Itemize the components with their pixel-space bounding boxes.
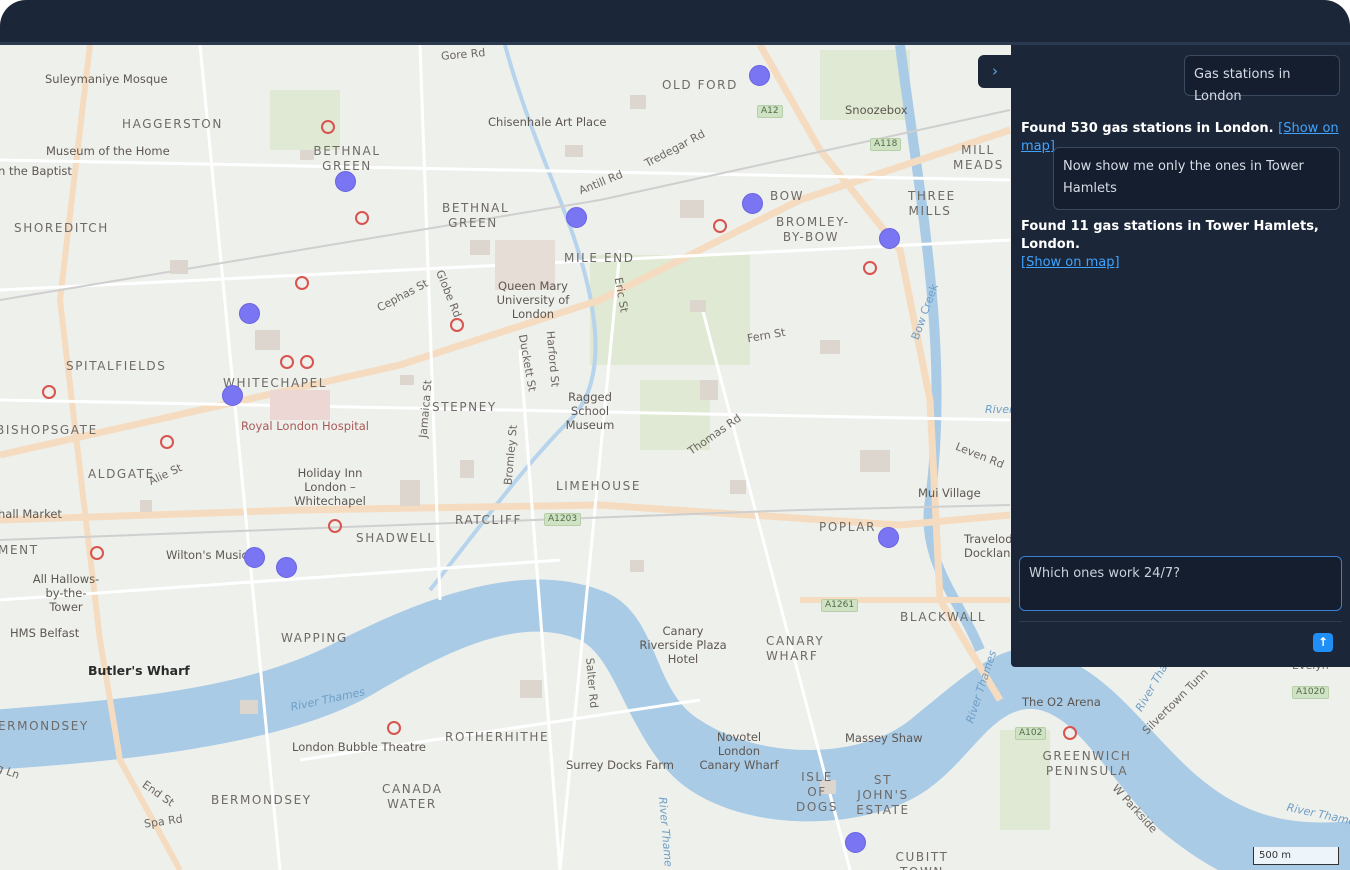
area-label: BOW bbox=[770, 189, 805, 203]
area-label: LIMEHOUSE bbox=[556, 479, 642, 493]
poi-label: hall Market bbox=[0, 507, 62, 521]
area-label: BERMONDSEY bbox=[211, 793, 312, 807]
panel-toggle-button[interactable]: › bbox=[978, 55, 1012, 88]
gas-station-marker[interactable] bbox=[879, 228, 900, 249]
road-shield: A12 bbox=[757, 105, 783, 118]
area-label: GREENWICH PENINSULA bbox=[1042, 749, 1132, 778]
area-label: CUBITT TOWN bbox=[895, 850, 949, 870]
assistant-message-text: Found 530 gas stations in London. bbox=[1021, 121, 1274, 136]
poi-label: Holiday Inn London – Whitechapel bbox=[294, 466, 366, 508]
poi-label: Massey Shaw bbox=[845, 731, 923, 745]
park-area bbox=[1000, 730, 1050, 830]
area-label: MILE END bbox=[564, 251, 635, 265]
poi-label: Travelod Docklan bbox=[964, 532, 1013, 560]
assistant-message-text: Found 11 gas stations in Tower Hamlets, … bbox=[1021, 219, 1319, 252]
poi-label: Mui Village bbox=[918, 486, 981, 500]
area-label: ALDGATE bbox=[88, 467, 155, 481]
map-scale-bar: 500 m bbox=[1253, 847, 1339, 865]
user-message-text: Now show me only the ones in Tower Hamle… bbox=[1063, 159, 1304, 196]
area-label: RATCLIFF bbox=[455, 513, 522, 527]
poi-label: Surrey Docks Farm bbox=[566, 758, 674, 772]
poi-label: Butler's Wharf bbox=[88, 663, 190, 678]
poi-label: Suleymaniye Mosque bbox=[45, 72, 168, 86]
area-label: BETHNAL GREEN bbox=[442, 201, 510, 230]
poi-label: Royal London Hospital bbox=[241, 419, 369, 433]
road-shield: A1261 bbox=[821, 599, 859, 612]
scale-label: 500 m bbox=[1259, 850, 1292, 861]
poi-label: n the Baptist bbox=[0, 164, 72, 178]
water-label: River bbox=[985, 403, 1014, 416]
area-label: MILL MEADS bbox=[953, 143, 1005, 172]
area-label: CANARY WHARF bbox=[766, 634, 825, 663]
arrow-up-icon: ↑ bbox=[1317, 635, 1329, 649]
send-button[interactable]: ↑ bbox=[1313, 633, 1333, 652]
area-label: STEPNEY bbox=[432, 400, 497, 414]
area-label: SHOREDITCH bbox=[14, 221, 109, 235]
road-shield: A118 bbox=[870, 138, 902, 151]
gas-station-marker[interactable] bbox=[244, 547, 265, 568]
poi-label: HMS Belfast bbox=[10, 626, 80, 640]
area-label: POPLAR bbox=[819, 520, 877, 534]
poi-label: Wilton's Music bbox=[166, 548, 248, 562]
poi-label: All Hallows-by-the-Tower bbox=[32, 572, 100, 614]
road-shield: A1203 bbox=[544, 513, 582, 526]
gas-station-marker[interactable] bbox=[749, 65, 770, 86]
area-label: ERMONDSEY bbox=[0, 719, 89, 733]
area-label: SPITALFIELDS bbox=[66, 359, 167, 373]
poi-label: London Bubble Theatre bbox=[292, 740, 427, 754]
area-label: BISHOPSGATE bbox=[0, 423, 98, 437]
input-divider bbox=[1019, 621, 1342, 622]
poi-label: The O2 Arena bbox=[1022, 695, 1101, 709]
gas-station-marker[interactable] bbox=[878, 527, 899, 548]
gas-station-marker[interactable] bbox=[845, 832, 866, 853]
area-label: BLACKWALL bbox=[900, 610, 987, 624]
poi-label: Ragged School Museum bbox=[565, 390, 615, 432]
area-label: BETHNAL GREEN bbox=[313, 144, 381, 173]
park-area bbox=[270, 90, 340, 150]
road-shield: A102 bbox=[1015, 727, 1047, 740]
window-titlebar bbox=[0, 0, 1350, 45]
area-label: CANADA WATER bbox=[382, 782, 443, 811]
show-on-map-link[interactable]: [Show on map] bbox=[1021, 255, 1120, 270]
poi-label: Novotel London Canary Wharf bbox=[699, 730, 779, 772]
hospital-grounds bbox=[270, 390, 330, 420]
gas-station-marker[interactable] bbox=[222, 385, 243, 406]
area-label: ST JOHN'S ESTATE bbox=[856, 773, 910, 817]
chevron-right-icon: › bbox=[992, 62, 998, 80]
area-label: SHADWELL bbox=[356, 531, 436, 545]
area-label: THREE MILLS bbox=[908, 189, 956, 218]
poi-label: Queen Mary University of London bbox=[496, 279, 570, 321]
chat-input[interactable]: Which ones work 24/7? bbox=[1019, 556, 1342, 611]
area-label: ROTHERHITHE bbox=[445, 730, 550, 744]
assistant-message: Found 11 gas stations in Tower Hamlets, … bbox=[1021, 218, 1341, 272]
road-shield: A1020 bbox=[1292, 686, 1330, 699]
chat-input-value: Which ones work 24/7? bbox=[1029, 566, 1181, 581]
poi-label: Museum of the Home bbox=[46, 144, 170, 158]
gas-station-marker[interactable] bbox=[566, 207, 587, 228]
gas-station-marker[interactable] bbox=[742, 193, 763, 214]
poi-label: Canary Riverside Plaza Hotel bbox=[639, 624, 727, 666]
user-message: Now show me only the ones in Tower Hamle… bbox=[1053, 147, 1340, 210]
poi-label: Snoozebox bbox=[845, 103, 908, 117]
gas-station-marker[interactable] bbox=[276, 557, 297, 578]
user-message: Gas stations in London bbox=[1184, 55, 1340, 104]
area-label: BROMLEY-BY-BOW bbox=[776, 215, 850, 244]
area-label: MENT bbox=[0, 543, 39, 557]
area-label: WAPPING bbox=[281, 631, 348, 645]
gas-station-marker[interactable] bbox=[335, 171, 356, 192]
area-label: HAGGERSTON bbox=[122, 117, 223, 131]
gas-station-marker[interactable] bbox=[239, 303, 260, 324]
area-label: ISLE OF DOGS bbox=[795, 770, 838, 814]
area-label: OLD FORD bbox=[662, 78, 738, 92]
poi-label: Chisenhale Art Place bbox=[488, 115, 607, 129]
